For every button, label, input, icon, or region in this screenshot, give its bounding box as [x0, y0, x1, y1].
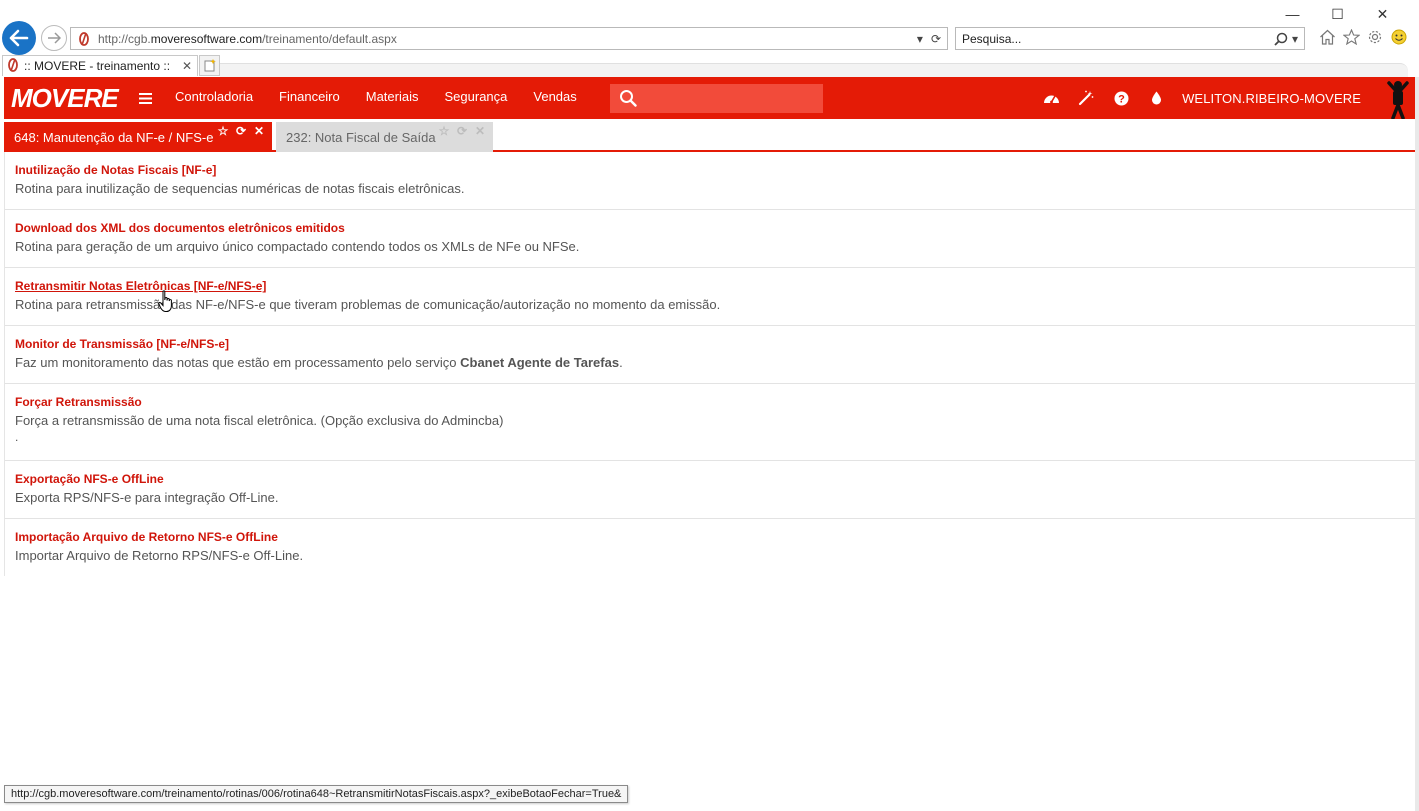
nav-vendas[interactable]: Vendas: [520, 77, 589, 119]
browser-search-box[interactable]: ▾: [955, 27, 1305, 50]
browser-chrome: — ☐ ✕ http://cgb.moveresoftware.com/trei…: [0, 0, 1419, 77]
tab-favicon-icon: [8, 57, 18, 75]
browser-toolbar-icons: [1318, 28, 1408, 46]
browser-tab-movere[interactable]: :: MOVERE - treinamento :: ✕: [2, 55, 198, 76]
main-nav: Controladoria Financeiro Materiais Segur…: [168, 77, 590, 119]
new-tab-icon: [204, 59, 216, 72]
item-description: Exporta RPS/NFS-e para integração Off-Li…: [15, 490, 279, 505]
list-item: Inutilização de Notas Fiscais [NF-e] Rot…: [5, 152, 1415, 210]
url-domain: moveresoftware.com: [150, 31, 263, 46]
tab-icons: ☆ ⟳ ✕: [437, 124, 487, 138]
search-dropdown-icon[interactable]: ▾: [1292, 32, 1298, 46]
tab-label: 648: Manutenção da NF-e / NFS-e: [14, 129, 214, 145]
address-bar[interactable]: http://cgb.moveresoftware.com/treinament…: [70, 27, 948, 50]
app-header: MOVERE Controladoria Financeiro Materiai…: [4, 77, 1415, 119]
desc-text: Faz um monitoramento das notas que estão…: [15, 355, 461, 370]
list-item: Importação Arquivo de Retorno NFS-e OffL…: [5, 519, 1415, 576]
item-link[interactable]: Importação Arquivo de Retorno NFS-e OffL…: [15, 529, 278, 545]
hand-cursor-icon: [158, 290, 172, 312]
new-tab-button[interactable]: [199, 55, 220, 76]
list-item: Monitor de Transmissão [NF-e/NFS-e] Faz …: [5, 326, 1415, 384]
item-link[interactable]: Forçar Retransmissão: [15, 394, 142, 410]
tab-rotina-648[interactable]: 648: Manutenção da NF-e / NFS-e ☆ ⟳ ✕: [4, 122, 272, 152]
nav-controladoria[interactable]: Controladoria: [168, 77, 266, 119]
maximize-button[interactable]: ☐: [1315, 4, 1360, 24]
browser-tab-title: :: MOVERE - treinamento ::: [24, 59, 171, 73]
header-right: ? WELITON.RIBEIRO-MOVERE: [1042, 77, 1415, 119]
item-description: Rotina para inutilização de sequencias n…: [15, 181, 465, 196]
desc-text: .: [619, 355, 623, 370]
smiley-feedback-icon[interactable]: [1390, 28, 1408, 46]
movere-logo[interactable]: MOVERE: [4, 77, 124, 119]
rotina-list: Inutilização de Notas Fiscais [NF-e] Rot…: [4, 152, 1415, 576]
item-link[interactable]: Inutilização de Notas Fiscais [NF-e]: [15, 162, 216, 178]
arrow-left-icon: [9, 29, 29, 47]
window-controls: — ☐ ✕: [1270, 4, 1405, 24]
user-name[interactable]: WELITON.RIBEIRO-MOVERE: [1182, 91, 1361, 106]
tab-close-icon[interactable]: ✕: [180, 59, 194, 73]
dashboard-gauge-icon[interactable]: [1042, 89, 1060, 107]
url-prefix: http://cgb.: [98, 31, 151, 46]
favorites-star-icon[interactable]: [1342, 28, 1360, 46]
tab-label: 232: Nota Fiscal de Saída: [286, 129, 436, 145]
browser-search-input[interactable]: [962, 31, 1274, 46]
list-item: Forçar Retransmissão Força a retransmiss…: [5, 384, 1415, 461]
tab-icons: ☆ ⟳ ✕: [216, 124, 266, 138]
item-link[interactable]: Download dos XML dos documentos eletrôni…: [15, 220, 345, 236]
svg-text:?: ?: [1118, 93, 1125, 105]
close-icon[interactable]: ✕: [473, 124, 487, 138]
nav-materiais[interactable]: Materiais: [353, 77, 432, 119]
help-question-icon[interactable]: ?: [1112, 89, 1130, 107]
close-icon[interactable]: ✕: [252, 124, 266, 138]
item-description: Faz um monitoramento das notas que estão…: [15, 354, 1415, 372]
nav-financeiro[interactable]: Financeiro: [266, 77, 353, 119]
refresh-icon[interactable]: ⟳: [931, 32, 941, 46]
page-right-edge: [1415, 77, 1419, 811]
minimize-button[interactable]: —: [1270, 4, 1315, 24]
arrow-right-icon: [48, 32, 61, 44]
item-link[interactable]: Monitor de Transmissão [NF-e/NFS-e]: [15, 336, 229, 352]
address-tools: ▾ ⟳: [917, 32, 947, 46]
item-description: Rotina para retransmissão das NF-e/NFS-e…: [15, 297, 721, 312]
item-link[interactable]: Retransmitir Notas Eletrônicas [NF-e/NFS…: [15, 278, 266, 294]
refresh-icon[interactable]: ⟳: [234, 124, 248, 138]
magic-wand-icon[interactable]: [1077, 89, 1095, 107]
item-link[interactable]: Exportação NFS-e OffLine: [15, 471, 164, 487]
water-drop-icon[interactable]: [1147, 89, 1165, 107]
rotina-tabs: 648: Manutenção da NF-e / NFS-e ☆ ⟳ ✕ 23…: [4, 119, 1415, 152]
home-icon[interactable]: [1318, 28, 1336, 46]
tab-rotina-232[interactable]: 232: Nota Fiscal de Saída ☆ ⟳ ✕: [276, 122, 493, 152]
list-item: Download dos XML dos documentos eletrôni…: [5, 210, 1415, 268]
search-icon: [619, 90, 637, 107]
favorite-star-icon[interactable]: ☆: [216, 124, 230, 138]
back-button[interactable]: [2, 21, 36, 55]
person-figure-icon[interactable]: [1381, 77, 1415, 119]
status-bar-url: http://cgb.moveresoftware.com/treinament…: [4, 785, 629, 803]
desc-bold: Cbanet Agente de Tarefas: [460, 355, 620, 370]
nav-seguranca[interactable]: Segurança: [432, 77, 521, 119]
menu-hamburger-icon[interactable]: [132, 77, 158, 119]
close-window-button[interactable]: ✕: [1360, 4, 1405, 24]
search-icon[interactable]: [1274, 32, 1288, 46]
tab-strip: [220, 63, 1408, 77]
address-url: http://cgb.moveresoftware.com/treinament…: [98, 32, 917, 46]
favorite-star-icon[interactable]: ☆: [437, 124, 451, 138]
app-search-box[interactable]: [609, 83, 823, 113]
item-extra: .: [15, 430, 19, 444]
refresh-icon[interactable]: ⟳: [455, 124, 469, 138]
item-description: Rotina para geração de um arquivo único …: [15, 239, 580, 254]
site-favicon-icon: [76, 31, 92, 47]
list-item: Exportação NFS-e OffLine Exporta RPS/NFS…: [5, 461, 1415, 519]
settings-gear-icon[interactable]: [1366, 28, 1384, 46]
app-search-input[interactable]: [642, 90, 823, 106]
url-suffix: /treinamento/default.aspx: [262, 31, 397, 46]
list-item: Retransmitir Notas Eletrônicas [NF-e/NFS…: [5, 268, 1415, 326]
dropdown-arrow-icon[interactable]: ▾: [917, 32, 923, 46]
item-description: Importar Arquivo de Retorno RPS/NFS-e Of…: [15, 548, 304, 563]
forward-button[interactable]: [41, 25, 67, 51]
search-tools: ▾: [1274, 32, 1304, 46]
item-description: Força a retransmissão de uma nota fiscal…: [15, 413, 504, 428]
